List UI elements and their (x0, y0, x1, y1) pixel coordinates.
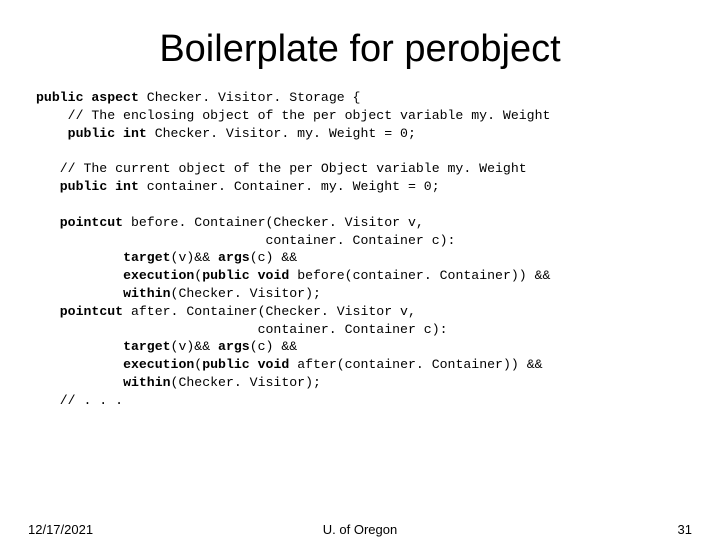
code-text: before. Container(Checker. Visitor v, (123, 215, 424, 230)
code-keyword: target (123, 339, 170, 354)
code-text: container. Container c): (36, 233, 455, 248)
code-keyword: args (218, 339, 250, 354)
code-keyword: public aspect (36, 90, 147, 105)
code-text (36, 339, 123, 354)
footer-page: 31 (678, 522, 692, 537)
code-text: Checker. Visitor. my. Weight = 0; (147, 126, 416, 141)
code-text (36, 357, 123, 372)
code-text: container. Container c): (36, 322, 448, 337)
code-text: before(container. Container)) && (289, 268, 550, 283)
code-keyword: pointcut (60, 304, 123, 319)
code-keyword: public void (202, 268, 289, 283)
code-text (36, 375, 123, 390)
code-text: (c) && (250, 250, 297, 265)
code-text (36, 286, 123, 301)
code-keyword: pointcut (60, 215, 123, 230)
footer-org: U. of Oregon (0, 522, 720, 537)
code-text: (Checker. Visitor); (171, 286, 321, 301)
code-text: // The current object of the per Object … (36, 161, 527, 176)
code-text: (Checker. Visitor); (171, 375, 321, 390)
code-text (36, 126, 68, 141)
code-keyword: within (123, 286, 170, 301)
code-text: after. Container(Checker. Visitor v, (123, 304, 416, 319)
code-text (36, 179, 60, 194)
code-text (36, 215, 60, 230)
code-keyword: public void (202, 357, 289, 372)
code-keyword: within (123, 375, 170, 390)
code-text: (v)&& (171, 250, 218, 265)
code-keyword: args (218, 250, 250, 265)
slide: Boilerplate for perobject public aspect … (0, 0, 720, 540)
code-text: (v)&& (171, 339, 218, 354)
code-text: // . . . (36, 393, 123, 408)
code-text (36, 304, 60, 319)
code-keyword: execution (123, 268, 194, 283)
code-keyword: target (123, 250, 170, 265)
code-text: Checker. Visitor. Storage { (147, 90, 361, 105)
code-text: (c) && (250, 339, 297, 354)
code-keyword: public int (60, 179, 139, 194)
code-text (36, 250, 123, 265)
code-text: after(container. Container)) && (289, 357, 542, 372)
code-keyword: execution (123, 357, 194, 372)
code-text: // The enclosing object of the per objec… (36, 108, 550, 123)
code-keyword: public int (68, 126, 147, 141)
code-text: container. Container. my. Weight = 0; (139, 179, 440, 194)
slide-title: Boilerplate for perobject (0, 0, 720, 81)
code-block: public aspect Checker. Visitor. Storage … (0, 81, 720, 410)
code-text (36, 268, 123, 283)
